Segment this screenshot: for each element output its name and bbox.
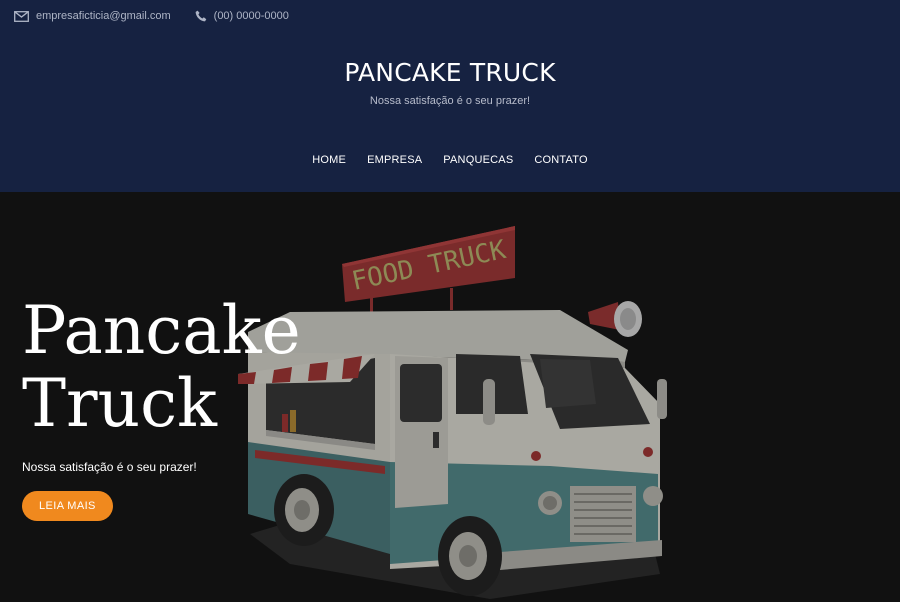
phone-text: (00) 0000-0000 xyxy=(213,10,289,22)
hero-title-line1: Pancake xyxy=(22,292,301,369)
contact-bar: empresaficticia@gmail.com (00) 0000-0000 xyxy=(14,10,313,22)
nav-item-panquecas[interactable]: PANQUECAS xyxy=(443,154,513,166)
hero-subtitle: Nossa satisfação é o seu prazer! xyxy=(22,460,197,474)
hero-content: Pancake Truck Nossa satisfação é o seu p… xyxy=(22,294,301,521)
hero-title-line2: Truck xyxy=(22,365,218,442)
nav-item-contato[interactable]: CONTATO xyxy=(534,154,587,166)
site-title[interactable]: PANCAKE TRUCK xyxy=(0,58,900,87)
phone-icon xyxy=(195,10,206,22)
nav-item-home[interactable]: HOME xyxy=(312,154,346,166)
nav-item-empresa[interactable]: EMPRESA xyxy=(367,154,422,166)
hero-title: Pancake Truck xyxy=(22,294,301,440)
read-more-button[interactable]: LEIA MAIS xyxy=(22,491,113,521)
main-nav: HOME EMPRESA PANQUECAS CONTATO xyxy=(0,154,900,166)
brand: PANCAKE TRUCK Nossa satisfação é o seu p… xyxy=(0,58,900,107)
site-tagline: Nossa satisfação é o seu prazer! xyxy=(369,95,531,107)
envelope-icon xyxy=(14,10,29,22)
contact-email[interactable]: empresaficticia@gmail.com xyxy=(14,10,171,22)
email-text: empresaficticia@gmail.com xyxy=(36,10,171,22)
contact-phone[interactable]: (00) 0000-0000 xyxy=(195,10,289,22)
site-header: empresaficticia@gmail.com (00) 0000-0000… xyxy=(0,0,900,192)
hero-section: FOOD TRUCK Pancake Truck Nossa satisfaçã… xyxy=(0,192,900,602)
